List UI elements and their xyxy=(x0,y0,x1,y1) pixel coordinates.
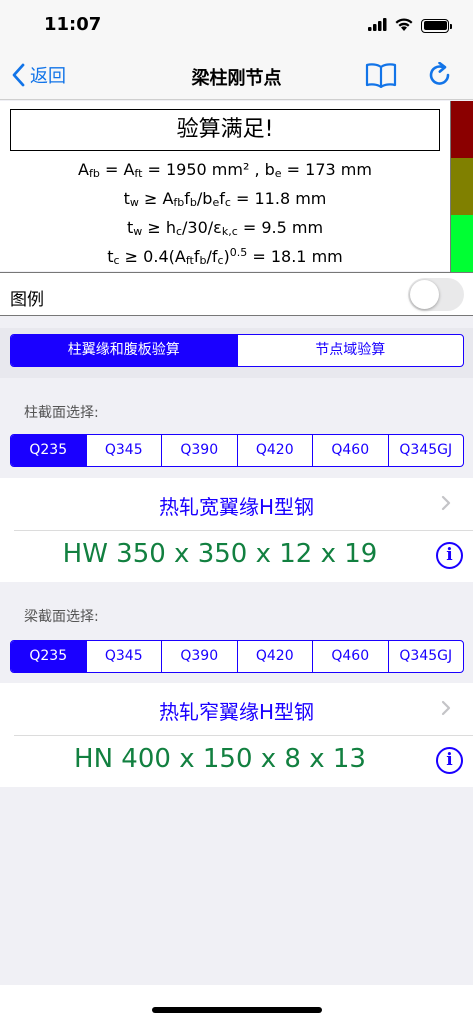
column-grade-q345[interactable]: Q345 xyxy=(87,435,162,466)
beam-type-row[interactable]: 热轧窄翼缘H型钢 xyxy=(0,683,473,735)
column-section-label: 柱截面选择: xyxy=(24,405,99,421)
column-size-row[interactable]: HW 350 x 350 x 12 x 19 i xyxy=(0,530,473,582)
beam-grade-q345[interactable]: Q345 xyxy=(87,641,162,672)
page-title: 梁柱刚节点 xyxy=(191,68,282,89)
book-icon[interactable] xyxy=(365,62,397,92)
level-olive xyxy=(451,158,473,215)
mode-segmented-control: 柱翼缘和腹板验算 节点域验算 xyxy=(10,334,464,367)
column-type-label: 热轧宽翼缘H型钢 xyxy=(158,495,315,519)
chevron-right-icon xyxy=(441,495,451,511)
column-grade-q345gj[interactable]: Q345GJ xyxy=(389,435,464,466)
beam-type-label: 热轧窄翼缘H型钢 xyxy=(158,700,315,724)
home-indicator xyxy=(152,1007,322,1013)
column-type-row[interactable]: 热轧宽翼缘H型钢 xyxy=(0,478,473,530)
column-grade-q235[interactable]: Q235 xyxy=(11,435,87,466)
result-panel: 验算满足! Afb = Aft = 1950 mm² , be = 173 mm… xyxy=(0,101,473,271)
beam-grade-q235[interactable]: Q235 xyxy=(11,641,87,672)
beam-grade-q460[interactable]: Q460 xyxy=(313,641,389,672)
status-time: 11:07 xyxy=(44,14,102,35)
status-icons xyxy=(368,16,452,35)
beam-section-label: 梁截面选择: xyxy=(24,609,99,625)
cellular-signal-icon xyxy=(368,16,387,35)
level-green xyxy=(451,215,473,272)
column-grade-q460[interactable]: Q460 xyxy=(313,435,389,466)
safety-level-bar xyxy=(450,101,473,272)
chevron-right-icon xyxy=(441,700,451,716)
info-icon[interactable]: i xyxy=(436,542,463,569)
battery-icon xyxy=(421,18,452,33)
legend-row: 图例 xyxy=(0,272,473,316)
check-status: 验算满足! xyxy=(10,109,440,151)
status-bar: 11:07 xyxy=(0,0,473,50)
wifi-icon xyxy=(395,16,413,35)
formula-flange-thickness: tc ≥ 0.4(Aftfb/fc)0.5 = 18.1 mm xyxy=(107,246,343,267)
toggle-knob xyxy=(410,280,439,309)
tab-flange-web-check[interactable]: 柱翼缘和腹板验算 xyxy=(11,335,238,366)
beam-size-label: HN 400 x 150 x 8 x 13 xyxy=(74,744,366,774)
formula-web-thickness-1: tw ≥ Afbfb/befc = 11.8 mm xyxy=(123,189,327,209)
column-grade-segmented-control: Q235 Q345 Q390 Q420 Q460 Q345GJ xyxy=(10,434,464,467)
legend-label: 图例 xyxy=(10,290,44,310)
formula-web-thickness-2: tw ≥ hc/30/εk,c = 9.5 mm xyxy=(126,218,324,238)
info-icon[interactable]: i xyxy=(436,747,463,774)
beam-section-card: 热轧窄翼缘H型钢 HN 400 x 150 x 8 x 13 i xyxy=(0,683,473,787)
column-size-label: HW 350 x 350 x 12 x 19 xyxy=(62,539,378,569)
beam-grade-q390[interactable]: Q390 xyxy=(162,641,238,672)
beam-grade-q420[interactable]: Q420 xyxy=(238,641,313,672)
beam-size-row[interactable]: HN 400 x 150 x 8 x 13 i xyxy=(0,735,473,787)
beam-grade-q345gj[interactable]: Q345GJ xyxy=(389,641,464,672)
level-red xyxy=(451,101,473,158)
legend-toggle[interactable] xyxy=(408,278,464,311)
formula-flange-area: Afb = Aft = 1950 mm² , be = 173 mm xyxy=(78,160,372,180)
column-grade-q420[interactable]: Q420 xyxy=(238,435,313,466)
beam-grade-segmented-control: Q235 Q345 Q390 Q420 Q460 Q345GJ xyxy=(10,640,464,673)
column-grade-q390[interactable]: Q390 xyxy=(162,435,238,466)
tab-panel-zone-check[interactable]: 节点域验算 xyxy=(238,335,464,366)
bottom-area xyxy=(0,985,473,1024)
navigation-bar: 返回 梁柱刚节点 xyxy=(0,50,473,100)
refresh-icon[interactable] xyxy=(427,61,453,92)
column-section-card: 热轧宽翼缘H型钢 HW 350 x 350 x 12 x 19 i xyxy=(0,478,473,582)
